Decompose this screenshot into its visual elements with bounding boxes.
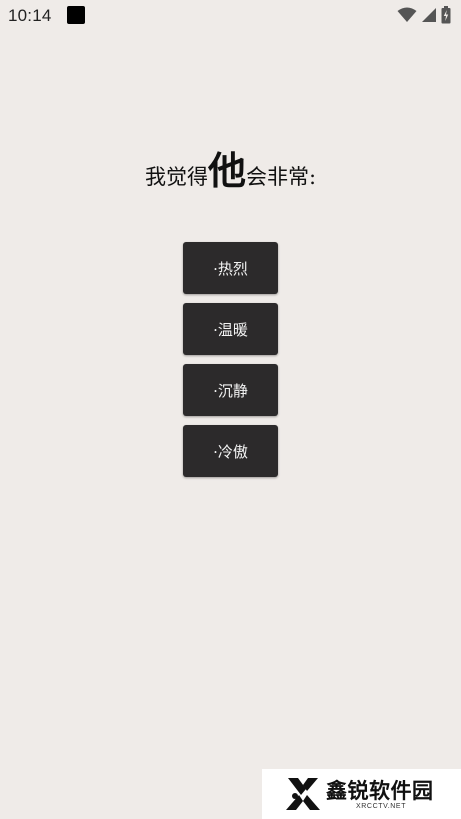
option-button-1[interactable]: ·热烈: [183, 242, 278, 294]
option-button-2[interactable]: ·温暖: [183, 303, 278, 355]
status-time: 10:14: [8, 6, 52, 25]
question-text: 我觉得他会非常:: [0, 140, 461, 195]
watermark: 鑫锐软件园 XRCCTV.NET: [262, 769, 461, 819]
option-button-3[interactable]: ·沉静: [183, 364, 278, 416]
battery-charging-icon: [441, 6, 451, 24]
option-button-4[interactable]: ·冷傲: [183, 425, 278, 477]
question-emphasis: 他: [207, 148, 246, 193]
notification-square-icon: [67, 6, 85, 24]
answer-options: ·热烈 ·温暖 ·沉静 ·冷傲: [183, 242, 278, 486]
watermark-title: 鑫锐软件园: [326, 779, 434, 803]
question-prefix: 我觉得: [144, 165, 208, 189]
cell-signal-icon: [421, 7, 437, 23]
wifi-icon: [397, 7, 417, 23]
question-suffix: 会非常:: [245, 165, 317, 189]
x-logo-icon: [286, 778, 320, 810]
watermark-subtitle: XRCCTV.NET: [356, 803, 407, 810]
status-icons: [397, 6, 451, 24]
status-bar: 10:14: [0, 0, 461, 32]
